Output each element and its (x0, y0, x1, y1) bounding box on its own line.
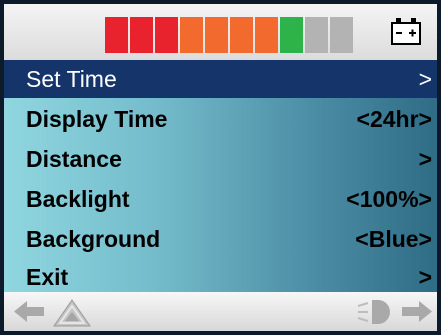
battery-gauge (105, 17, 353, 53)
menu-item-backlight[interactable]: Backlight <100%> (4, 180, 437, 218)
controller-screen: Set Time > Display Time <24hr> Distance … (0, 0, 441, 335)
battery-icon (391, 18, 421, 45)
battery-segment (230, 17, 253, 53)
menu-item-label: Exit (26, 264, 69, 290)
battery-segment (205, 17, 228, 53)
battery-segment (130, 17, 153, 53)
menu-item-value: <24hr> (356, 106, 432, 132)
menu-item-value: <Blue> (355, 226, 432, 252)
menu-item-value: > (418, 66, 432, 92)
soft-key-bar (4, 292, 437, 331)
battery-segment (255, 17, 278, 53)
battery-segment (280, 17, 303, 53)
menu-item-value: > (418, 264, 432, 290)
menu-item-value: > (418, 146, 432, 172)
right-arrow-icon[interactable] (400, 298, 434, 325)
menu-item-display-time[interactable]: Display Time <24hr> (4, 100, 437, 138)
menu-item-set-time[interactable]: Set Time > (4, 60, 437, 98)
battery-segment (155, 17, 178, 53)
menu-item-background[interactable]: Background <Blue> (4, 220, 437, 258)
menu-item-label: Set Time (26, 66, 117, 92)
horn-icon[interactable] (356, 298, 396, 326)
battery-segment (305, 17, 328, 53)
warning-triangle-icon[interactable] (52, 298, 92, 328)
battery-segment (330, 17, 353, 53)
menu-item-value: <100%> (346, 186, 432, 212)
menu-item-label: Backlight (26, 186, 130, 212)
menu-item-label: Background (26, 226, 161, 252)
battery-segment (105, 17, 128, 53)
settings-menu: Set Time > Display Time <24hr> Distance … (4, 60, 437, 292)
display-frame: Set Time > Display Time <24hr> Distance … (4, 4, 437, 331)
menu-item-label: Display Time (26, 106, 168, 132)
status-bar (4, 4, 437, 60)
menu-item-exit[interactable]: Exit > (4, 258, 437, 296)
menu-item-distance[interactable]: Distance > (4, 140, 437, 178)
battery-segment (180, 17, 203, 53)
left-arrow-icon[interactable] (12, 298, 46, 325)
menu-item-label: Distance (26, 146, 122, 172)
